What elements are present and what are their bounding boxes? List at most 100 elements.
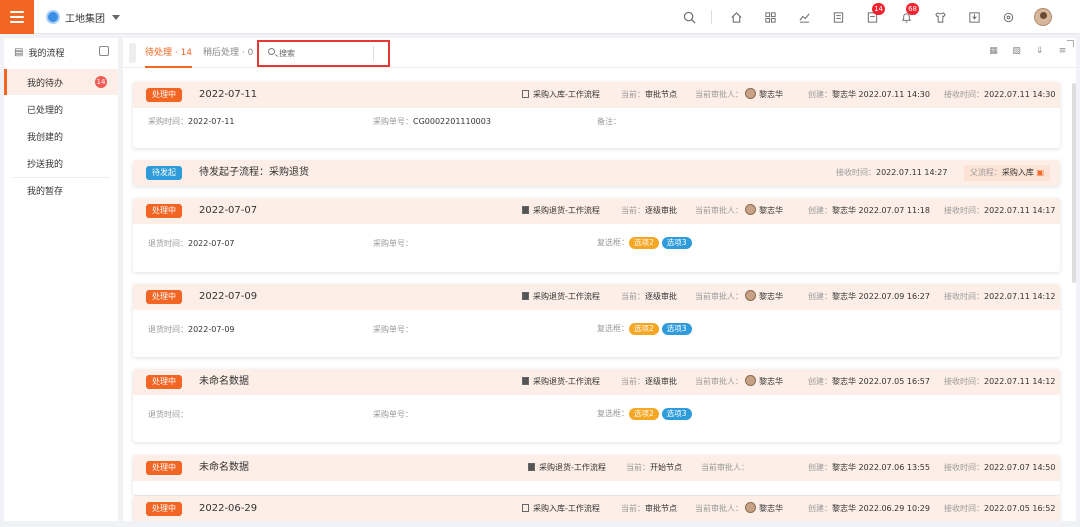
creator: 黎志华	[832, 206, 856, 215]
creator: 黎志华	[832, 463, 856, 472]
approver-avatar	[745, 88, 756, 99]
filter-icon[interactable]: ▦	[988, 46, 999, 57]
workflow-name: 采购入库-工作流程	[533, 504, 600, 513]
workflow-name: 采购退货-工作流程	[533, 292, 600, 301]
card-title: 2022-07-07	[199, 205, 258, 216]
chart-icon[interactable]	[794, 7, 814, 27]
sidebar-item-my-todo[interactable]: 我的待办 14	[4, 69, 118, 95]
workflow-icon	[528, 463, 535, 471]
subprocess-card[interactable]: 待发起 待发起子流程：采购退货 接收时间：2022.07.11 14:27 父流…	[133, 160, 1060, 186]
task-card[interactable]: 处理中 2022-07-11 采购入库-工作流程 当前：审批节点 当前审批人：黎…	[133, 82, 1060, 148]
created-time: 2022.07.05 16:57	[858, 377, 930, 386]
sidebar-item-label: 已处理的	[27, 105, 64, 116]
received-time: 2022.07.11 14:12	[984, 377, 1056, 386]
current-node: 审批节点	[645, 90, 677, 99]
received-time: 2022.07.11 14:30	[984, 90, 1056, 99]
card-title: 未命名数据	[199, 462, 249, 473]
current-node: 逐级审批	[645, 206, 677, 215]
card-title: 2022-06-29	[199, 503, 258, 514]
field-value: 2022-07-07	[188, 239, 235, 248]
bell-icon[interactable]: 68	[896, 3, 919, 27]
workflow-icon	[522, 90, 529, 98]
download-icon[interactable]	[964, 7, 984, 27]
sidebar-header-label: 我的流程	[28, 48, 65, 59]
approver-name: 黎志华	[759, 206, 783, 215]
task-card[interactable]: 处理中 2022-07-09 采购退货-工作流程 当前：逐级审批 当前审批人：黎…	[133, 284, 1060, 357]
sidebar-item-label: 抄送我的	[27, 159, 64, 170]
workflow-name: 采购入库-工作流程	[533, 90, 600, 99]
created-time: 2022.07.11 14:30	[858, 90, 930, 99]
more-icon[interactable]: ≡	[1057, 46, 1068, 57]
sidebar-item-created[interactable]: 我创建的	[4, 123, 118, 149]
current-node: 审批节点	[645, 504, 677, 513]
add-flow-icon[interactable]	[99, 46, 109, 56]
created-time: 2022.07.07 11:18	[858, 206, 930, 215]
tab-later[interactable]: 稍后处理 · 0	[203, 38, 253, 68]
workflow-icon	[522, 292, 529, 300]
received-time: 2022.07.11 14:27	[876, 168, 948, 177]
card-title: 2022-07-09	[199, 291, 258, 302]
sidebar-header: ▤ 我的流程	[4, 38, 118, 66]
received-time: 2022.07.11 14:17	[984, 206, 1056, 215]
task-card[interactable]: 处理中 2022-06-29 采购入库-工作流程 当前：审批节点 当前审批人：黎…	[133, 496, 1060, 521]
search-icon[interactable]	[679, 7, 699, 27]
chevron-down-icon	[112, 14, 120, 20]
creator: 黎志华	[832, 292, 856, 301]
search-icon	[268, 48, 275, 55]
workflow-icon	[522, 504, 529, 512]
card-title: 2022-07-11	[199, 89, 258, 100]
tab-pending[interactable]: 待处理 · 14	[145, 38, 193, 68]
collapse-handle[interactable]	[129, 43, 136, 63]
document-icon[interactable]	[828, 7, 848, 27]
flow-icon: ▤	[14, 46, 24, 58]
task-icon[interactable]: 14	[862, 3, 885, 27]
status-badge: 处理中	[146, 461, 182, 475]
workflow-icon	[522, 377, 529, 385]
task-card[interactable]: 处理中 未命名数据 采购退货-工作流程 当前：开始节点 当前审批人： 创建：黎志…	[133, 455, 1060, 495]
approver-name: 黎志华	[759, 292, 783, 301]
workflow-icon	[522, 206, 529, 214]
search-input[interactable]	[279, 46, 374, 61]
workflow-name: 采购退货-工作流程	[533, 377, 600, 386]
link-icon: ▣	[1036, 168, 1044, 177]
task-card[interactable]: 处理中 2022-07-07 采购退货-工作流程 当前：逐级审批 当前审批人：黎…	[133, 198, 1060, 272]
received-time: 2022.07.11 14:12	[984, 292, 1056, 301]
sidebar-item-drafts[interactable]: 我的暂存	[4, 177, 118, 203]
sort-icon[interactable]: ⇓	[1034, 46, 1045, 57]
sidebar-item-label: 我的待办	[27, 78, 64, 89]
created-time: 2022.07.06 13:55	[858, 463, 930, 472]
sidebar-item-label: 我的暂存	[27, 186, 64, 197]
home-icon[interactable]	[726, 7, 746, 27]
sidebar-item-cc[interactable]: 抄送我的	[4, 150, 118, 176]
search-box	[257, 40, 390, 67]
card-title: 未命名数据	[199, 376, 249, 387]
sidebar: ▤ 我的流程 我的待办 14 已处理的 我创建的 抄送我的 我的暂存	[4, 38, 118, 521]
current-node: 逐级审批	[645, 377, 677, 386]
workflow-name: 采购退货-工作流程	[539, 463, 606, 472]
expand-icon[interactable]	[1067, 40, 1074, 47]
user-avatar[interactable]	[1034, 8, 1052, 26]
created-time: 2022.07.09 16:27	[858, 292, 930, 301]
approver-avatar	[745, 375, 756, 386]
card-title-prefix: 待发起子流程：	[199, 167, 269, 178]
sidebar-item-processed[interactable]: 已处理的	[4, 96, 118, 122]
shirt-icon[interactable]	[930, 7, 950, 27]
apps-grid-icon[interactable]	[760, 7, 780, 27]
sidebar-item-label: 我创建的	[27, 132, 64, 143]
status-badge: 处理中	[146, 204, 182, 218]
field-value: 2022-07-09	[188, 325, 235, 334]
menu-icon[interactable]	[0, 0, 34, 34]
received-time: 2022.07.07 14:50	[984, 463, 1056, 472]
task-card[interactable]: 处理中 未命名数据 采购退货-工作流程 当前：逐级审批 当前审批人： 黎志华 创建…	[133, 369, 1060, 442]
option-chip: 选项2	[629, 408, 659, 420]
scrollbar[interactable]	[1072, 83, 1076, 283]
current-node: 逐级审批	[645, 292, 677, 301]
view-icon[interactable]: ▨	[1011, 46, 1022, 57]
settings-icon[interactable]	[998, 7, 1018, 27]
task-badge: 14	[872, 3, 885, 15]
org-switcher[interactable]: 工地集团	[46, 8, 120, 26]
creator: 黎志华	[832, 377, 856, 386]
parent-process-tag[interactable]: 父流程：采购入库 ▣	[963, 165, 1050, 181]
option-chip: 选项3	[661, 323, 692, 335]
approver-avatar	[745, 502, 756, 513]
